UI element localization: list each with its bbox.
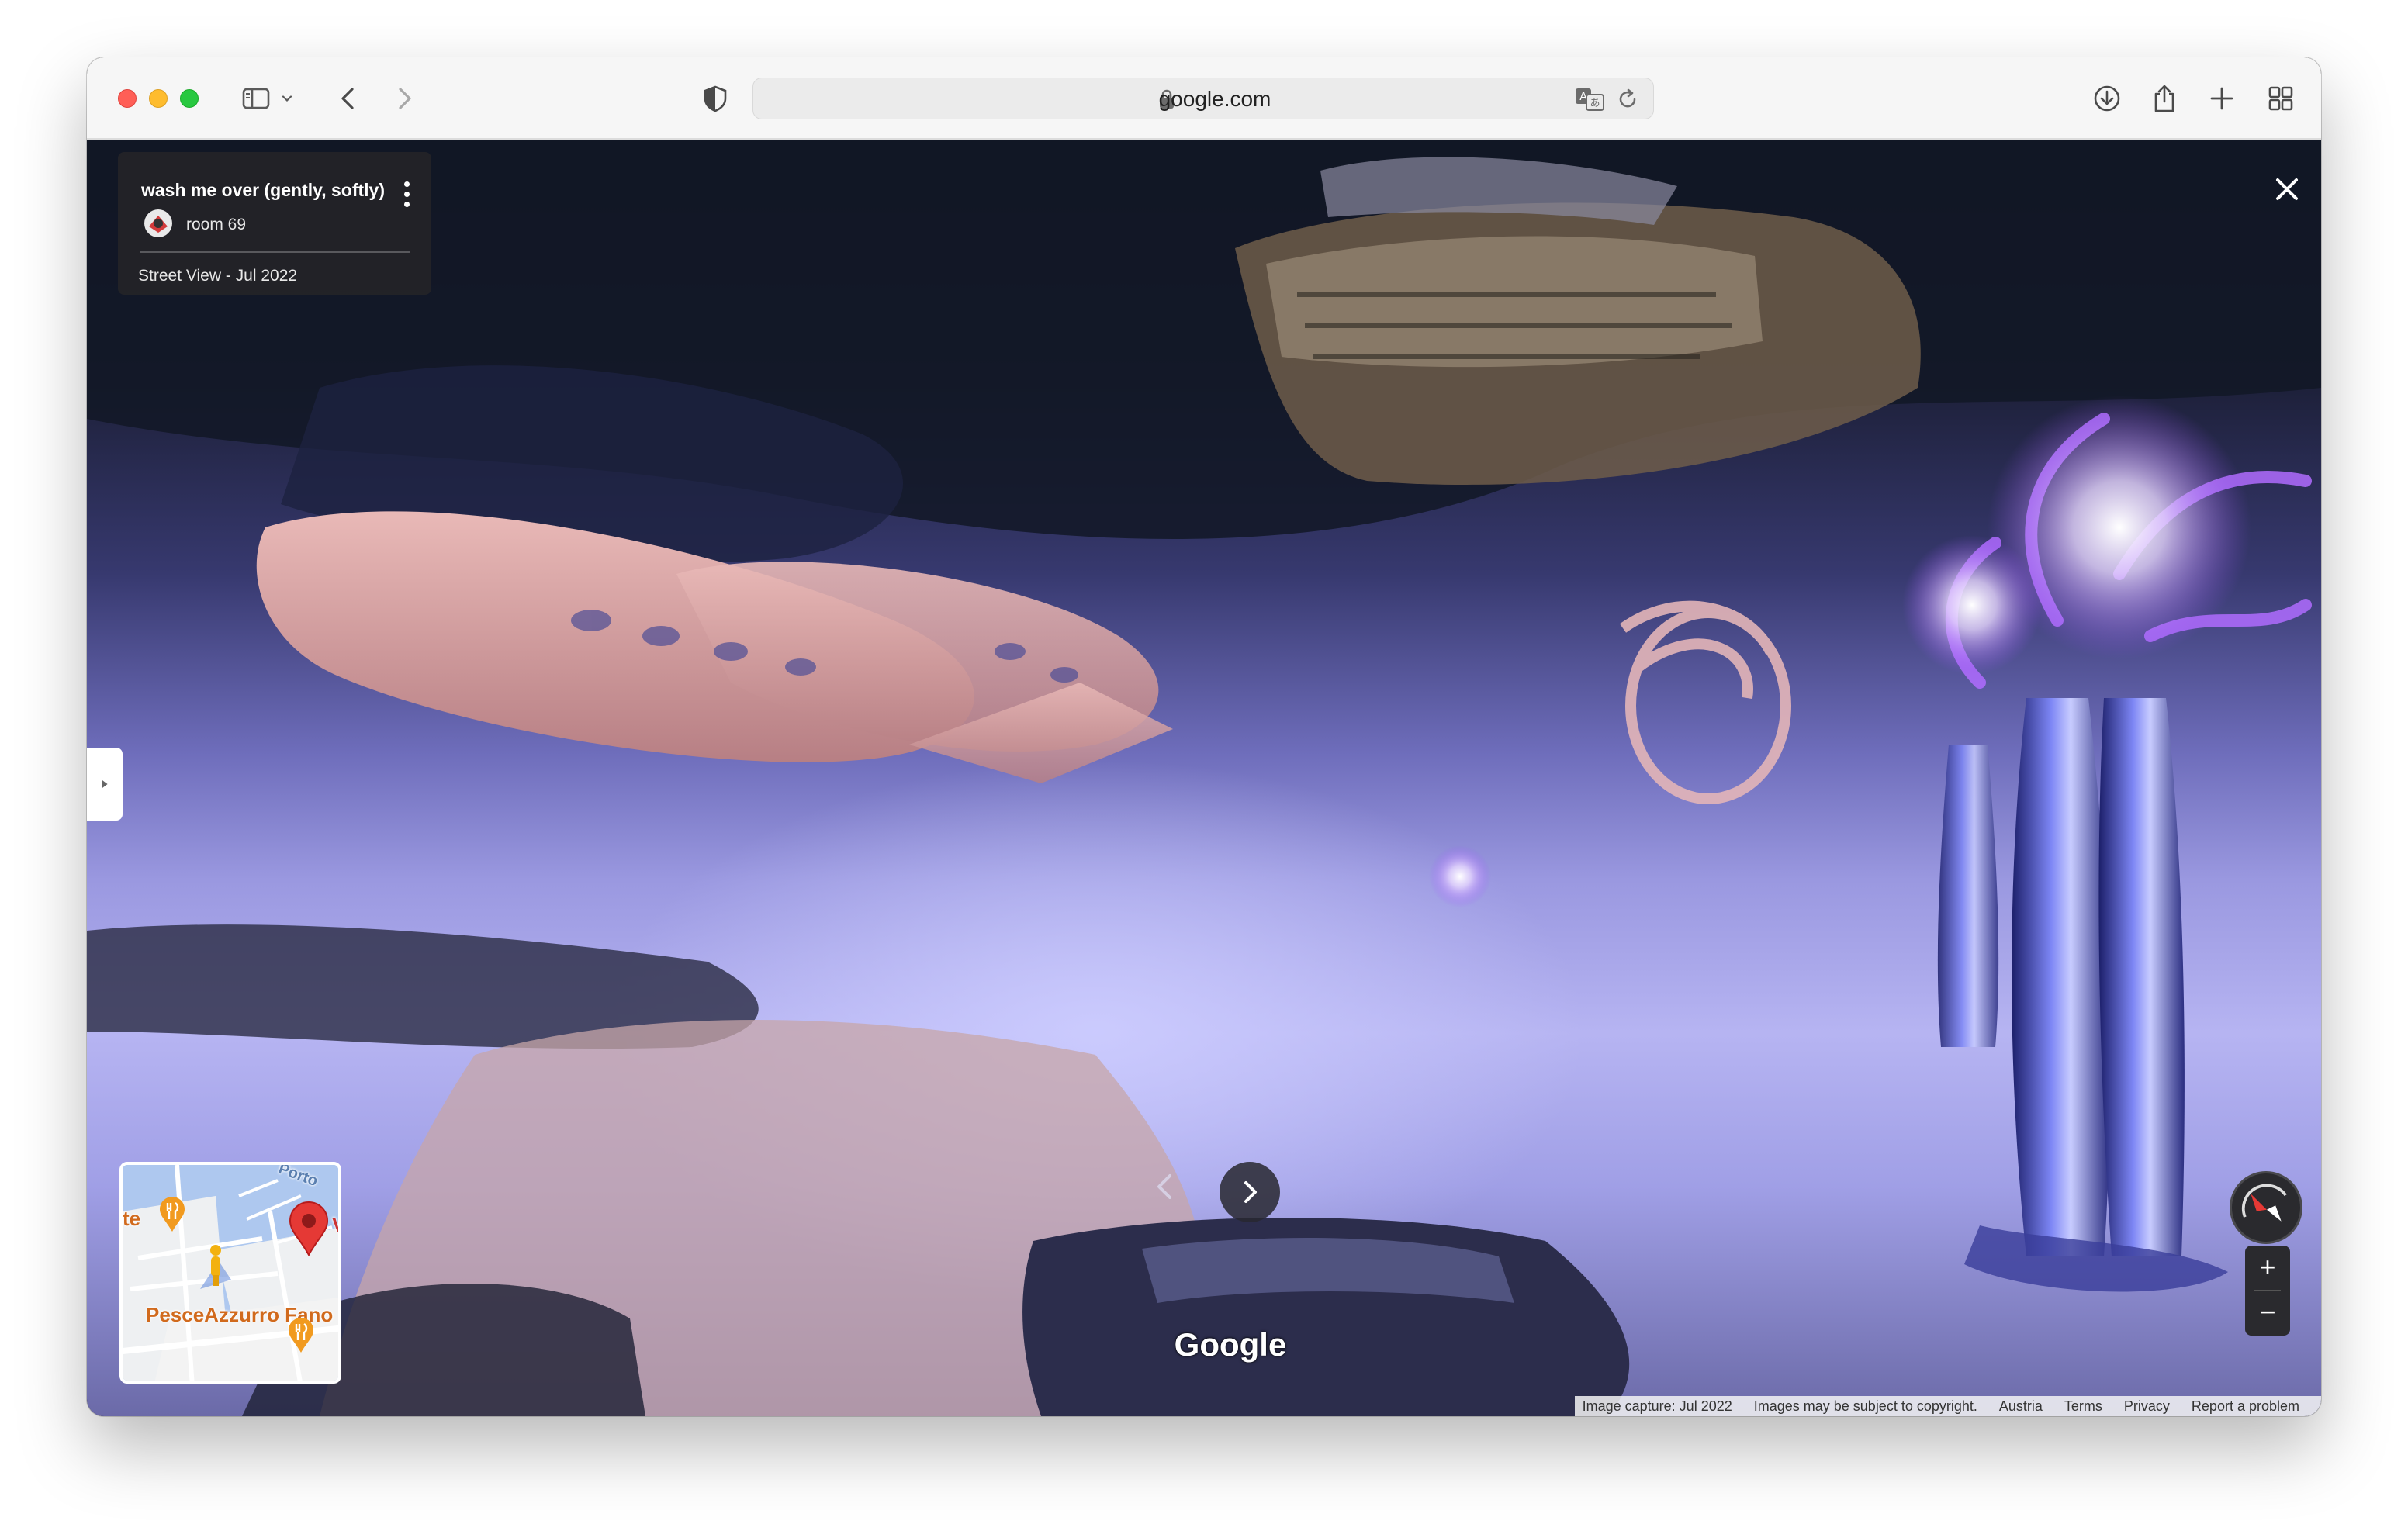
zoom-in-button[interactable]: + (2245, 1246, 2290, 1291)
browser-window: google.com Aあ wash me over (gently, soft… (87, 57, 2321, 1416)
close-icon[interactable] (2271, 174, 2302, 205)
restaurant-pin-icon (160, 1197, 185, 1232)
terms-link[interactable]: Terms (2064, 1398, 2102, 1415)
restaurant-pin-icon (289, 1318, 313, 1353)
author-avatar-icon (144, 209, 172, 237)
previous-arrow-icon[interactable] (1142, 1163, 1188, 1210)
plus-icon[interactable] (2205, 81, 2239, 116)
url-text: google.com (1158, 87, 1271, 111)
window-minimize-button[interactable] (149, 89, 168, 108)
minimap[interactable]: Porto te PesceAzzurro Fano V (119, 1162, 341, 1384)
compass-button[interactable] (2230, 1171, 2302, 1244)
download-icon[interactable] (2090, 81, 2124, 116)
chevron-down-icon[interactable] (278, 81, 296, 116)
google-logo: Google (1174, 1326, 1287, 1363)
country-link[interactable]: Austria (1999, 1398, 2043, 1415)
panorama-info-card: wash me over (gently, softly) room 69 St… (118, 152, 431, 295)
more-vert-icon[interactable] (399, 181, 414, 213)
attribution-bar: Image capture: Jul 2022 Images may be su… (1574, 1396, 2321, 1416)
address-bar[interactable]: google.com Aあ (752, 78, 1654, 119)
grid-icon[interactable] (2264, 81, 2298, 116)
panorama-title: wash me over (gently, softly) (141, 180, 385, 200)
info-card-divider (140, 251, 410, 253)
side-panel-toggle[interactable] (87, 748, 123, 821)
pegman-icon[interactable] (192, 1242, 239, 1292)
minimap-label-te: te (123, 1207, 141, 1230)
panorama-source-date: Street View - Jul 2022 (138, 267, 298, 285)
chevron-left-icon[interactable] (332, 81, 366, 116)
image-capture-date: Image capture: Jul 2022 (1582, 1398, 1732, 1414)
zoom-control: + − (2245, 1246, 2290, 1336)
report-problem-link[interactable]: Report a problem (2192, 1398, 2299, 1415)
shield-icon[interactable] (698, 81, 732, 116)
reload-icon[interactable] (1616, 88, 1639, 111)
browser-toolbar: google.com Aあ (87, 57, 2321, 140)
triangle-right-icon (102, 779, 108, 789)
translate-icon[interactable]: Aあ (1574, 87, 1605, 112)
privacy-link[interactable]: Privacy (2124, 1398, 2170, 1415)
minimap-label-edge: V (332, 1213, 338, 1237)
window-close-button[interactable] (118, 89, 137, 108)
panorama-author[interactable]: room 69 (186, 216, 246, 234)
copyright-notice: Images may be subject to copyright. (1753, 1398, 1977, 1414)
svg-text:あ: あ (1590, 98, 1600, 109)
compass-icon (2242, 1184, 2287, 1222)
window-maximize-button[interactable] (180, 89, 199, 108)
street-view-panorama[interactable]: wash me over (gently, softly) room 69 St… (87, 140, 2321, 1416)
share-icon[interactable] (2147, 81, 2181, 116)
zoom-out-button[interactable]: − (2245, 1291, 2290, 1336)
next-arrow-button[interactable] (1220, 1162, 1280, 1222)
panorama-artwork (87, 140, 2321, 1416)
sidebar-icon[interactable] (239, 81, 273, 116)
location-pin-icon (289, 1201, 329, 1256)
chevron-right-icon (1244, 1181, 1257, 1203)
chevron-right-icon[interactable] (386, 81, 420, 116)
